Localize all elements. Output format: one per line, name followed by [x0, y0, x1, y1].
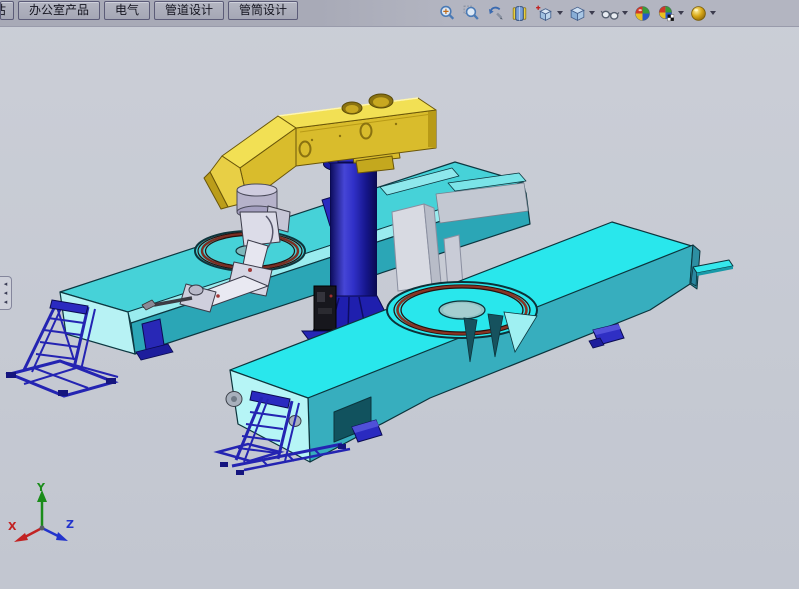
previous-view-button[interactable]	[485, 4, 506, 23]
triad-z-label: Z	[66, 518, 74, 531]
collapse-arrow-icon: ◂	[4, 280, 8, 289]
dropdown-arrow-icon[interactable]	[557, 11, 563, 15]
dropdown-arrow-icon[interactable]	[589, 11, 595, 15]
shaded-cube-icon	[568, 4, 587, 23]
hide-show-items-button[interactable]	[599, 4, 629, 23]
tab-label: 电气	[115, 3, 139, 17]
reference-triad: Y X Z	[8, 481, 74, 542]
solidworks-window: Y X Z 估 办公室产品 电气 管道设计 管筒设计	[0, 0, 799, 589]
tab-partial-evaluate[interactable]: 估	[0, 1, 14, 20]
display-style-button[interactable]	[567, 4, 596, 23]
tab-electrical[interactable]: 电气	[104, 1, 150, 20]
zoom-to-fit-button[interactable]	[437, 4, 458, 23]
edit-appearance-button[interactable]	[632, 4, 653, 23]
section-cut-icon	[510, 4, 529, 23]
graphics-viewport[interactable]: Y X Z	[0, 0, 799, 589]
section-view-button[interactable]	[509, 4, 530, 23]
color-sphere-icon	[633, 4, 652, 23]
apply-scene-button[interactable]	[656, 4, 685, 23]
column-control-box[interactable]	[314, 286, 336, 330]
tab-label: 估	[0, 2, 6, 19]
command-tabs: 估 办公室产品 电气 管道设计 管筒设计	[0, 1, 298, 20]
dropdown-arrow-icon[interactable]	[622, 11, 628, 15]
tab-tube-design[interactable]: 管筒设计	[228, 1, 298, 20]
panel-expander-button[interactable]: ◂ ◂ ◂	[0, 276, 12, 310]
zoom-to-area-button[interactable]	[461, 4, 482, 23]
view-cube-plus-icon	[534, 4, 555, 23]
tab-label: 办公室产品	[29, 3, 89, 17]
tab-office-products[interactable]: 办公室产品	[18, 1, 100, 20]
collapse-arrow-icon: ◂	[4, 289, 8, 298]
view-orientation-button[interactable]	[533, 4, 564, 23]
tab-piping-design[interactable]: 管道设计	[154, 1, 224, 20]
magnifier-icon	[438, 4, 457, 23]
tab-label: 管道设计	[165, 3, 213, 17]
checkered-flag-icon	[668, 14, 674, 20]
eyeglasses-icon	[600, 4, 620, 23]
collapse-arrow-icon: ◂	[4, 298, 8, 307]
dropdown-arrow-icon[interactable]	[710, 11, 716, 15]
triad-y-label: Y	[36, 481, 46, 494]
dropdown-arrow-icon[interactable]	[678, 11, 684, 15]
tab-label: 管筒设计	[239, 3, 287, 17]
command-manager-bar: 估 办公室产品 电气 管道设计 管筒设计	[0, 0, 799, 27]
heads-up-view-toolbar	[437, 2, 717, 24]
back-arrow-pen-icon	[486, 4, 505, 23]
gold-sphere-icon	[689, 4, 708, 23]
magnifier-area-icon	[462, 4, 481, 23]
view-settings-button[interactable]	[688, 4, 717, 23]
triad-x-label: X	[8, 520, 17, 533]
scene-sphere-icon	[657, 4, 676, 23]
